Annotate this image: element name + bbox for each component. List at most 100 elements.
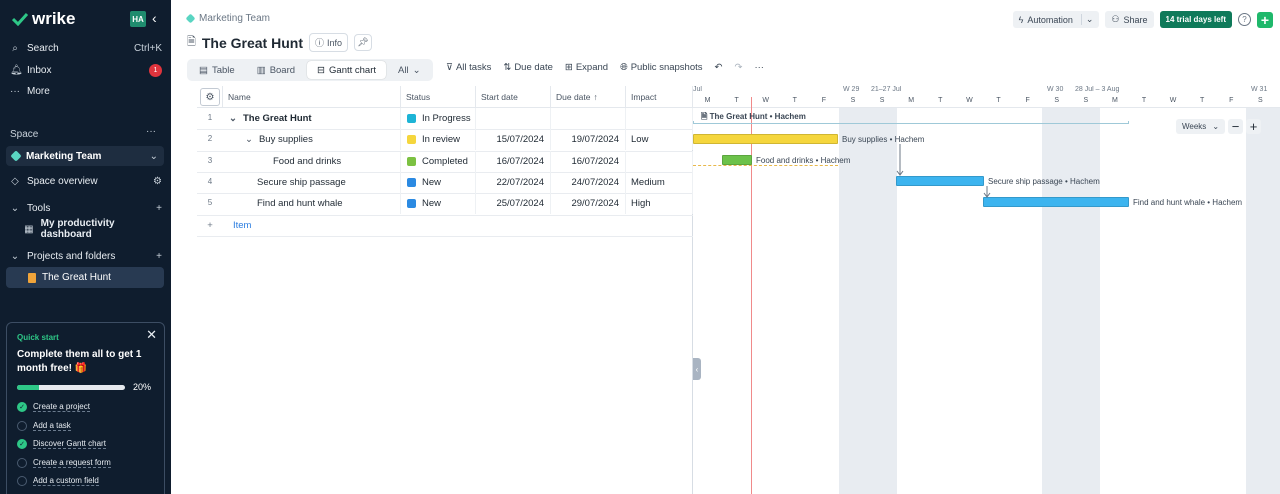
tab-gantt-chart[interactable]: ⊟ Gantt chart — [307, 61, 387, 79]
due-date-cell[interactable] — [551, 108, 626, 129]
space-selector[interactable]: Marketing Team ⌄ — [6, 146, 164, 166]
avatar[interactable]: HA — [130, 11, 146, 27]
add-item-button[interactable]: + Item — [197, 215, 397, 236]
inbox-nav[interactable]: 🔔︎ Inbox 1 — [10, 61, 162, 79]
task-name-cell[interactable]: Food and drinks — [223, 150, 401, 172]
pin-button[interactable]: 📌︎ — [354, 34, 373, 51]
share-button[interactable]: ⚇ Share — [1105, 11, 1154, 28]
breadcrumb[interactable]: Marketing Team — [185, 13, 270, 24]
more-label: More — [27, 85, 50, 97]
status-cell[interactable]: Completed — [401, 150, 476, 172]
quick-start-headline: Complete them all to get 1 month free! 🎁 — [17, 349, 142, 374]
productivity-dashboard-nav[interactable]: ▦ My productivity dashboard — [24, 218, 164, 240]
all-tasks-filter[interactable]: ⊽ All tasks — [446, 62, 491, 73]
more-options-icon[interactable]: ··· — [754, 62, 764, 73]
start-date-cell[interactable] — [476, 108, 551, 129]
quick-start-item[interactable]: ✓ Discover Gantt chart — [17, 435, 154, 454]
public-snapshots-button[interactable]: 🌐︎ Public snapshots — [620, 62, 702, 73]
tools-section[interactable]: ⌄ Tools + — [10, 199, 162, 217]
task-name: The Great Hunt — [242, 113, 312, 124]
info-label: Info — [327, 37, 343, 48]
tab-board[interactable]: ▥ Board — [247, 61, 305, 79]
chevron-down-icon[interactable]: ⌄ — [245, 134, 253, 145]
add-project-icon[interactable]: + — [156, 251, 162, 262]
chevron-down-icon[interactable]: ⌄ — [1080, 14, 1093, 25]
sidebar-item-the-great-hunt[interactable]: The Great Hunt — [6, 267, 164, 288]
space-options-icon[interactable]: ··· — [146, 126, 156, 137]
status-cell[interactable]: In Progress — [401, 108, 476, 129]
impact-cell[interactable]: High — [626, 193, 693, 215]
views-filter-dropdown[interactable]: All ⌄ — [388, 61, 431, 79]
start-date-cell[interactable]: 25/07/2024 — [476, 193, 551, 215]
status-cell[interactable]: In review — [401, 129, 476, 151]
expand-button[interactable]: ⊞ Expand — [565, 62, 608, 73]
column-header-status[interactable]: Status — [401, 86, 476, 108]
search-nav[interactable]: ⌕ Search Ctrl+K — [10, 39, 162, 57]
globe-icon: 🌐︎ — [620, 62, 628, 73]
trial-days-button[interactable]: 14 trial days left — [1159, 11, 1232, 28]
page-title[interactable]: The Great Hunt — [202, 35, 303, 51]
chevron-down-icon: ⌄ — [10, 250, 20, 262]
due-date-label: Due date — [514, 62, 553, 73]
quick-start-item[interactable]: ✓ Create a project — [17, 398, 154, 417]
quick-start-item[interactable]: Create a request form — [17, 454, 154, 473]
quick-start-item[interactable]: Add a custom field — [17, 472, 154, 491]
wrike-logo[interactable]: wrike — [12, 9, 75, 29]
impact-cell[interactable]: Low — [626, 129, 693, 151]
checkmark-logo-icon — [12, 12, 28, 26]
impact-cell[interactable] — [626, 108, 693, 129]
column-header-name[interactable]: Name — [223, 86, 401, 108]
breadcrumb-space[interactable]: Marketing Team — [199, 13, 270, 24]
all-tasks-label: All tasks — [455, 62, 492, 73]
redo-icon[interactable]: ↷ — [734, 62, 742, 73]
timescale-dropdown[interactable]: Weeks ⌄ — [1176, 119, 1226, 134]
chevron-down-icon[interactable]: ⌄ — [229, 113, 237, 124]
quick-start-item-label: Discover Gantt chart — [33, 439, 106, 450]
add-tool-icon[interactable]: + — [156, 203, 162, 214]
start-date-cell[interactable]: 22/07/2024 — [476, 171, 551, 193]
gear-spacer — [197, 86, 223, 108]
impact-cell[interactable]: Medium — [626, 171, 693, 193]
info-button[interactable]: ⓘ Info — [308, 33, 349, 52]
chevron-down-icon: ⌄ — [10, 202, 20, 214]
status-cell[interactable]: New — [401, 171, 476, 193]
zoom-in-button[interactable]: + — [1246, 119, 1261, 134]
automation-button[interactable]: ϟ Automation ⌄ — [1012, 11, 1100, 28]
tab-table[interactable]: ▤ Table — [189, 61, 245, 79]
task-name-cell[interactable]: Find and hunt whale — [223, 193, 401, 215]
due-date-cell[interactable]: 16/07/2024 — [551, 150, 626, 172]
zoom-out-button[interactable]: − — [1228, 119, 1243, 134]
task-name-cell[interactable]: Secure ship passage — [223, 171, 401, 193]
row-number: 2 — [207, 134, 213, 144]
logo-text: wrike — [32, 9, 76, 28]
column-header-impact[interactable]: Impact — [626, 86, 693, 108]
column-header-due-date[interactable]: Due date ↑ — [551, 86, 626, 108]
status-cell[interactable]: New — [401, 193, 476, 215]
sort-due-date[interactable]: ⇅ Due date — [503, 62, 553, 73]
quick-start-item[interactable]: Add a task — [17, 417, 154, 436]
impact-cell[interactable] — [626, 150, 693, 172]
filter-icon: ⊽ — [446, 62, 453, 73]
start-date-cell[interactable]: 16/07/2024 — [476, 150, 551, 172]
projects-section[interactable]: ⌄ Projects and folders + — [10, 247, 162, 265]
space-overview-nav[interactable]: ◇ Space overview ⚙ — [10, 172, 162, 190]
create-new-button[interactable]: + — [1257, 11, 1273, 28]
start-date-cell[interactable]: 15/07/2024 — [476, 129, 551, 151]
panel-resize-handle[interactable]: ‹ — [693, 358, 701, 380]
due-date-cell[interactable]: 19/07/2024 — [551, 129, 626, 151]
collapse-sidebar-icon[interactable]: ‹ — [152, 10, 157, 26]
task-name-cell[interactable]: ⌄ Buy supplies — [223, 129, 401, 151]
info-icon: ⓘ — [314, 38, 324, 48]
close-icon[interactable]: ✕ — [146, 327, 157, 343]
task-name-cell[interactable]: ⌄ The Great Hunt — [223, 108, 401, 129]
due-date-cell[interactable]: 24/07/2024 — [551, 171, 626, 193]
share-label: Share — [1123, 14, 1148, 25]
undo-icon[interactable]: ↶ — [715, 62, 723, 73]
due-date-cell[interactable]: 29/07/2024 — [551, 193, 626, 215]
plus-icon: + — [207, 219, 213, 231]
more-nav[interactable]: ··· More — [10, 82, 162, 100]
help-icon[interactable]: ? — [1238, 13, 1251, 26]
column-header-start-date[interactable]: Start date — [476, 86, 551, 108]
overview-icon: ◇ — [11, 175, 19, 187]
gear-icon[interactable]: ⚙ — [153, 176, 162, 187]
